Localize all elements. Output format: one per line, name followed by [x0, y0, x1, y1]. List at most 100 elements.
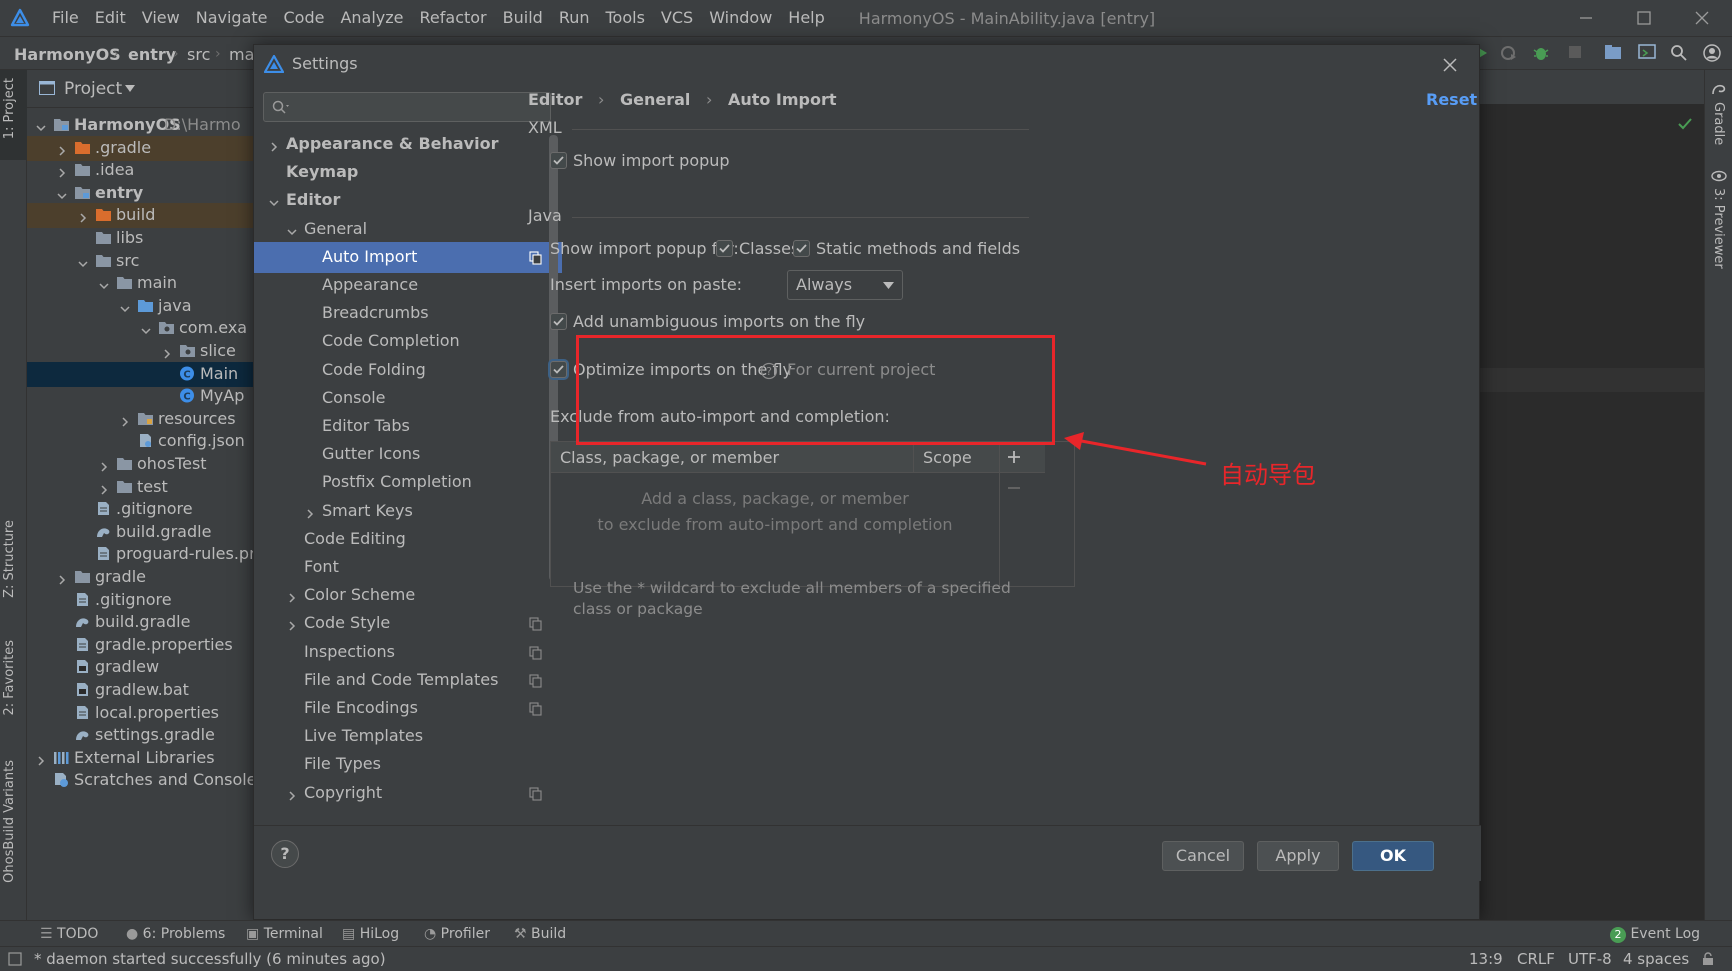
settings-tree-item[interactable]: Copyright: [254, 778, 562, 809]
insert-on-paste-dropdown[interactable]: Always: [787, 270, 903, 300]
project-tree-row[interactable]: build.gradle: [27, 520, 253, 545]
search-everywhere-icon[interactable]: [1670, 44, 1688, 62]
show-import-popup-xml-checkbox[interactable]: [550, 152, 567, 169]
settings-tree-item[interactable]: Color Scheme: [254, 580, 562, 611]
stop-icon[interactable]: [1568, 45, 1582, 59]
chevron-right-icon[interactable]: [35, 752, 45, 766]
chevron-down-icon[interactable]: [56, 187, 67, 199]
nav-crumb-module[interactable]: entry: [128, 45, 176, 64]
menu-window[interactable]: Window: [701, 0, 780, 36]
project-tree-row[interactable]: .gitignore: [27, 497, 253, 522]
settings-tree-item[interactable]: Inspections: [254, 637, 562, 668]
chevron-right-icon[interactable]: [98, 481, 108, 495]
apply-button[interactable]: Apply: [1257, 841, 1339, 871]
chevron-right-icon[interactable]: [56, 164, 66, 178]
project-tree-row[interactable]: HarmonyOS D:\Harmo: [27, 113, 253, 138]
project-tree-row[interactable]: gradlew.bat: [27, 678, 253, 703]
project-tree-row[interactable]: proguard-rules.pr: [27, 542, 253, 567]
chevron-down-icon[interactable]: [98, 277, 109, 290]
nav-crumb-project[interactable]: HarmonyOS: [14, 45, 121, 64]
settings-tree-item[interactable]: Editor: [254, 185, 562, 216]
chevron-down-icon[interactable]: [77, 255, 88, 267]
settings-tree-item[interactable]: File Types: [254, 749, 562, 780]
nav-crumb-src[interactable]: src: [187, 45, 210, 64]
menu-vcs[interactable]: VCS: [653, 0, 701, 36]
column-scope[interactable]: Scope: [923, 448, 972, 467]
project-tree-row[interactable]: .idea: [27, 158, 253, 183]
settings-tree-item[interactable]: Breadcrumbs: [254, 298, 562, 329]
chevron-right-icon[interactable]: [56, 142, 66, 156]
project-tree-row[interactable]: settings.gradle: [27, 723, 253, 748]
project-tree-row[interactable]: .gitignore: [27, 588, 253, 613]
tab-previewer[interactable]: 3: Previewer: [1711, 188, 1726, 269]
remove-icon[interactable]: [1007, 486, 1021, 490]
chevron-right-icon[interactable]: [161, 345, 171, 359]
project-tree-row[interactable]: build: [27, 203, 253, 229]
close-icon[interactable]: [1442, 57, 1458, 73]
project-tree-row[interactable]: External Libraries: [27, 746, 253, 771]
menu-view[interactable]: View: [134, 0, 188, 36]
reset-link[interactable]: Reset: [1426, 90, 1477, 109]
indent-setting[interactable]: 4 spaces: [1623, 950, 1689, 968]
settings-tree-item[interactable]: General: [254, 214, 562, 245]
settings-tree-item[interactable]: Keymap: [254, 157, 562, 188]
tw-todo[interactable]: ☰ TODO: [40, 926, 98, 942]
project-tree-row[interactable]: ohosTest: [27, 452, 253, 477]
breadcrumb-general[interactable]: General: [620, 90, 690, 109]
chevron-down-icon[interactable]: [125, 85, 135, 92]
column-class-package-member[interactable]: Class, package, or member: [560, 448, 779, 467]
project-tree-row[interactable]: slice: [27, 339, 253, 364]
tw-build[interactable]: ⚒ Build: [514, 926, 566, 942]
menu-navigate[interactable]: Navigate: [188, 0, 276, 36]
project-tree-row[interactable]: local.properties: [27, 701, 253, 726]
add-unambiguous-checkbox[interactable]: [550, 313, 567, 330]
tab-project[interactable]: 1: Project: [2, 78, 17, 139]
device-manager-icon[interactable]: [1638, 44, 1656, 60]
file-encoding[interactable]: UTF-8: [1568, 950, 1612, 968]
project-tree-row[interactable]: gradle: [27, 565, 253, 590]
chevron-down-icon[interactable]: [35, 119, 46, 132]
minimize-icon[interactable]: [1576, 8, 1596, 28]
menu-file[interactable]: File: [44, 0, 87, 36]
settings-tree-item[interactable]: Gutter Icons: [254, 439, 562, 470]
settings-tree-item[interactable]: File Encodings: [254, 693, 562, 724]
chevron-down-icon[interactable]: [268, 194, 279, 207]
tw-problems[interactable]: ● 6: Problems: [126, 926, 225, 942]
project-tree-row[interactable]: test: [27, 475, 253, 500]
tab-structure[interactable]: Z: Structure: [2, 520, 17, 598]
settings-tree-item[interactable]: Code Folding: [254, 355, 562, 386]
line-separator[interactable]: CRLF: [1517, 950, 1555, 968]
project-tree-row[interactable]: resources: [27, 407, 253, 432]
settings-tree-item[interactable]: Code Editing: [254, 524, 562, 555]
project-tree-row[interactable]: entry: [27, 181, 253, 206]
menu-tools[interactable]: Tools: [598, 0, 653, 36]
project-tree-row[interactable]: java: [27, 294, 253, 319]
chevron-right-icon[interactable]: [98, 458, 108, 472]
chevron-right-icon[interactable]: [268, 138, 278, 152]
project-tree-row[interactable]: build.gradle: [27, 610, 253, 635]
menu-run[interactable]: Run: [551, 0, 598, 36]
chevron-down-icon[interactable]: [286, 223, 297, 235]
coverage-icon[interactable]: [1500, 45, 1518, 61]
project-tree-row[interactable]: gradle.properties: [27, 633, 253, 658]
tw-hilog[interactable]: ▤ HiLog: [342, 926, 399, 942]
settings-tree-item[interactable]: Console: [254, 383, 562, 414]
caret-position[interactable]: 13:9: [1469, 950, 1503, 968]
chevron-right-icon[interactable]: [286, 589, 296, 603]
breadcrumb-editor[interactable]: Editor: [528, 90, 582, 109]
project-structure-icon[interactable]: [1604, 44, 1622, 60]
ok-button[interactable]: OK: [1352, 841, 1434, 871]
chevron-right-icon[interactable]: [286, 787, 296, 801]
settings-search-input[interactable]: [263, 92, 551, 122]
chevron-right-icon[interactable]: [304, 505, 314, 519]
settings-tree-item[interactable]: Live Templates: [254, 721, 562, 752]
project-tree-row[interactable]: gradlew: [27, 655, 253, 680]
project-tree-row[interactable]: Scratches and Consoles: [27, 768, 253, 793]
menu-edit[interactable]: Edit: [87, 0, 134, 36]
help-button[interactable]: ?: [271, 840, 299, 868]
classes-checkbox[interactable]: [716, 240, 733, 257]
chevron-right-icon[interactable]: [56, 571, 66, 585]
chevron-right-icon[interactable]: [77, 209, 87, 223]
maximize-icon[interactable]: [1634, 8, 1654, 28]
settings-tree-item[interactable]: Appearance: [254, 270, 562, 301]
